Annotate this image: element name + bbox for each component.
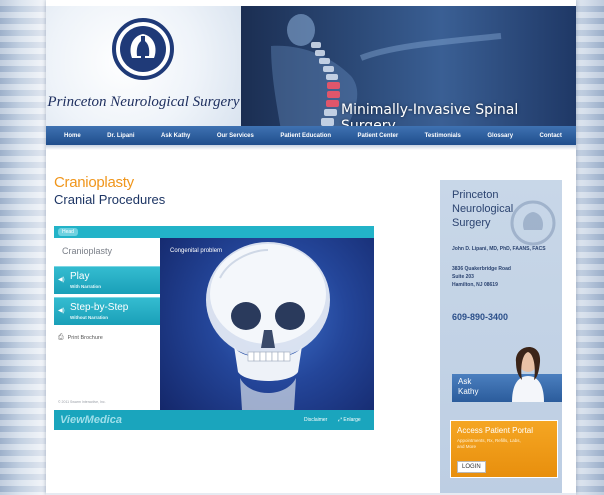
nav-patient-education[interactable]: Patient Education <box>280 133 331 139</box>
nav-our-services[interactable]: Our Services <box>217 133 254 139</box>
address: 3836 Quakerbridge Road Suite 203 Hamilto… <box>452 265 511 289</box>
play-button[interactable]: ◀) Play With Narration <box>54 266 160 294</box>
video-player: Head Cranioplasty ◀) Play With Narration… <box>54 226 374 430</box>
doctor-name: John D. Lipani, MD, PhD, FAANS, FACS <box>452 246 546 252</box>
portal-subtitle: Appointments, Rx, Refills, Labs, and Mor… <box>457 438 521 449</box>
nav-glossary[interactable]: Glossary <box>487 133 513 139</box>
sidebar-logo[interactable]: Princeton Neurological Surgery <box>452 188 513 230</box>
enlarge-link[interactable]: ⤢ Enlarge <box>338 417 361 423</box>
print-label: Print Brochure <box>67 335 103 341</box>
step-sub: Without Narration <box>70 315 108 320</box>
page-container: Princeton Neurological Surgery Minimally… <box>46 0 576 495</box>
nav-shadow <box>46 145 576 150</box>
step-label: Step-by-Step <box>70 302 129 313</box>
nav-contact[interactable]: Contact <box>540 133 562 139</box>
nav-home[interactable]: Home <box>64 133 81 139</box>
hero-banner: Minimally-Invasive Spinal Surgery <box>241 6 576 130</box>
nav-testimonials[interactable]: Testimonials <box>425 133 461 139</box>
phone-number[interactable]: 609-890-3400 <box>452 312 508 322</box>
ask-kathy-line: Kathy <box>458 387 479 396</box>
head-tab[interactable]: Head <box>58 228 78 236</box>
patient-portal-card[interactable]: Access Patient Portal Appointments, Rx, … <box>450 420 558 478</box>
speaker-icon: ◀) <box>58 277 65 283</box>
ask-kathy-label: Ask Kathy <box>458 377 478 397</box>
sidebar-logo-line: Neurological <box>452 203 514 215</box>
sidebar-logo-line: Surgery <box>452 217 491 229</box>
portal-title: Access Patient Portal <box>457 426 534 435</box>
print-brochure-link[interactable]: ⎙ Print Brochure <box>58 334 103 342</box>
step-by-step-button[interactable]: ◀) Step-by-Step Without Narration <box>54 297 160 325</box>
logo-emblem-icon <box>112 18 174 80</box>
page-subtitle: Cranial Procedures <box>54 192 166 207</box>
enlarge-label: Enlarge <box>343 417 361 423</box>
nav-dr-lipani[interactable]: Dr. Lipani <box>107 133 134 139</box>
address-line: Hamilton, NJ 08619 <box>452 282 498 288</box>
logo-panel[interactable]: Princeton Neurological Surgery <box>46 6 241 130</box>
player-topbar: Head <box>54 226 374 238</box>
sidebar: Princeton Neurological Surgery John D. L… <box>440 180 562 495</box>
nav-ask-kathy[interactable]: Ask Kathy <box>161 133 190 139</box>
disclaimer-link[interactable]: Disclaimer <box>304 417 327 423</box>
player-footer: ViewMedica Disclaimer ⤢ Enlarge <box>54 410 374 430</box>
player-menu-title: Cranioplasty <box>62 246 113 256</box>
play-label: Play <box>70 271 90 282</box>
kathy-photo <box>512 346 544 402</box>
player-menu: Cranioplasty ◀) Play With Narration ◀) S… <box>54 238 160 410</box>
printer-icon: ⎙ <box>58 334 64 341</box>
nav-patient-center[interactable]: Patient Center <box>357 133 398 139</box>
logo-name: Princeton Neurological Surgery <box>47 94 240 110</box>
skull-illustration <box>206 242 330 410</box>
login-button[interactable]: LOGIN <box>457 461 486 473</box>
ask-kathy-line: Ask <box>458 377 472 386</box>
copyright: © 2011 Swarm Interactive, Inc. <box>58 400 106 404</box>
address-line: 3836 Quakerbridge Road <box>452 266 511 272</box>
header: Princeton Neurological Surgery Minimally… <box>46 6 576 130</box>
speaker-muted-icon: ◀) <box>58 308 65 314</box>
address-line: Suite 203 <box>452 274 474 280</box>
player-viewport[interactable]: Congenital problem <box>160 238 374 410</box>
viewmedica-logo: ViewMedica <box>60 414 122 426</box>
page-title: Cranioplasty <box>54 174 134 191</box>
sidebar-logo-line: Princeton <box>452 189 499 201</box>
main-nav: Home Dr. Lipani Ask Kathy Our Services P… <box>46 126 576 145</box>
sidebar-emblem-icon <box>510 200 556 246</box>
play-sub: With Narration <box>70 284 101 289</box>
